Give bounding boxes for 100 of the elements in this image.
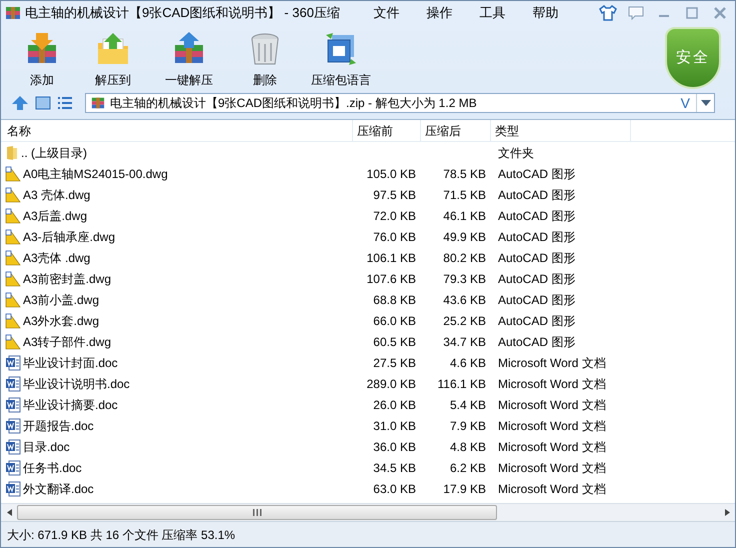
word-document-icon: [5, 354, 21, 370]
file-name[interactable]: 任务书.doc: [23, 458, 82, 476]
word-document-icon: [5, 376, 21, 392]
table-cell: Microsoft Word 文档: [498, 418, 606, 432]
table-cell-text: 5.4 KB: [450, 396, 486, 414]
toolbar-button[interactable]: 一键解压: [151, 31, 227, 89]
drawing-file-icon: [5, 166, 21, 182]
table-cell-text: 72.0 KB: [373, 208, 416, 224]
table-cell-text: 49.9 KB: [443, 228, 486, 246]
drawing-file-icon: [5, 292, 21, 308]
archive-icon: [90, 96, 106, 110]
table-cell: Microsoft Word 文档: [498, 440, 606, 454]
table-cell-text: 107.6 KB: [366, 270, 416, 288]
file-name[interactable]: 毕业设计封面.doc: [23, 354, 118, 372]
table-cell-text: 116.1 KB: [438, 376, 486, 392]
file-name[interactable]: A3外水套.dwg: [23, 312, 100, 330]
file-name[interactable]: A0电主轴MS24015-00.dwg: [23, 164, 168, 182]
table-cell: AutoCAD 图形: [498, 334, 576, 348]
dropdown-button[interactable]: [696, 94, 714, 112]
menu-item[interactable]: 帮助: [518, 3, 572, 23]
table-cell-text: 4.6 KB: [450, 354, 486, 372]
table-cell-text: 34.5 KB: [373, 460, 416, 476]
menu-item[interactable]: 操作: [412, 3, 466, 23]
table-cell: 文件夹: [498, 146, 534, 160]
table-cell-text: 27.5 KB: [373, 354, 416, 372]
address-text: 电主轴的机械设计【9张CAD图纸和说明书】.zip - 解包大小为 1.2 MB: [110, 95, 477, 112]
table-cell: AutoCAD 图形: [498, 188, 576, 202]
column-header[interactable]: 类型: [491, 120, 631, 141]
table-cell-text: 4.8 KB: [450, 438, 486, 456]
table-cell-text: 71.5 KB: [443, 186, 486, 204]
grip-icon: [252, 509, 262, 516]
table-cell: Microsoft Word 文档: [498, 460, 606, 474]
table-cell-text: 79.3 KB: [443, 270, 486, 288]
table-cell-text: 31.0 KB: [373, 418, 416, 434]
table-cell: AutoCAD 图形: [498, 230, 576, 244]
shirt-icon[interactable]: [599, 5, 617, 21]
word-document-icon: [5, 418, 21, 434]
drawing-file-icon: [5, 250, 21, 266]
view-icon[interactable]: [35, 95, 51, 111]
menu-item[interactable]: 工具: [466, 3, 519, 23]
table-cell: AutoCAD 图形: [498, 166, 576, 180]
file-name[interactable]: A3前密封盖.dwg: [23, 270, 112, 288]
file-name[interactable]: A3 壳体.dwg: [23, 186, 90, 204]
word-document-icon: [5, 396, 21, 412]
file-name[interactable]: 毕业设计说明书.doc: [23, 374, 130, 392]
table-cell-text: 66.0 KB: [373, 312, 416, 330]
toolbar-button[interactable]: 删除: [227, 31, 303, 89]
table-cell: AutoCAD 图形: [498, 250, 576, 264]
toolbar-button[interactable]: 解压到: [75, 31, 151, 89]
scroll-left-icon: [6, 509, 12, 516]
word-document-icon: [5, 438, 21, 454]
up-arrow-icon[interactable]: [11, 95, 29, 111]
column-header[interactable]: 名称: [1, 120, 353, 141]
table-cell: Microsoft Word 文档: [498, 398, 606, 412]
status-text: 大小: 671.9 KB 共 16 个文件 压缩率 53.1%: [7, 526, 236, 544]
file-name[interactable]: .. (上级目录): [21, 144, 87, 162]
table-cell-text: 34.7 KB: [443, 334, 486, 350]
folder-icon: [5, 144, 19, 160]
table-cell-text: 63.0 KB: [373, 480, 416, 498]
file-name[interactable]: A3转子部件.dwg: [23, 332, 112, 350]
address-field[interactable]: 电主轴的机械设计【9张CAD图纸和说明书】.zip - 解包大小为 1.2 MB V: [85, 93, 715, 113]
table-cell-text: 80.2 KB: [443, 250, 486, 266]
table-cell-text: 6.2 KB: [450, 460, 486, 476]
table-cell-text: 60.5 KB: [373, 334, 416, 350]
list-icon[interactable]: [57, 95, 73, 111]
caret-icon: [700, 100, 710, 106]
table-cell: Microsoft Word 文档: [498, 356, 606, 370]
scrollbar-thumb[interactable]: [17, 505, 497, 520]
file-name[interactable]: A3后盖.dwg: [23, 206, 88, 224]
table-cell-text: 46.1 KB: [443, 208, 486, 224]
word-document-icon: [5, 480, 21, 496]
window-title: 电主轴的机械设计【9张CAD图纸和说明书】 - 360压缩: [25, 4, 340, 22]
file-name[interactable]: 目录.doc: [23, 438, 70, 456]
table-cell-text: 36.0 KB: [373, 438, 416, 456]
table-cell-text: 26.0 KB: [373, 396, 416, 414]
menu-item[interactable]: 文件: [360, 3, 413, 23]
toolbar-button[interactable]: 压缩包语言: [303, 31, 379, 89]
close-icon[interactable]: [711, 5, 729, 21]
table-cell: AutoCAD 图形: [498, 208, 576, 222]
file-name[interactable]: A3-后轴承座.dwg: [23, 228, 116, 246]
file-name[interactable]: A3前小盖.dwg: [23, 290, 100, 308]
table-cell-text: 76.0 KB: [373, 228, 416, 246]
table-cell: Microsoft Word 文档: [498, 482, 606, 496]
drawing-file-icon: [5, 228, 21, 244]
validate-mark[interactable]: V: [680, 92, 690, 114]
column-header[interactable]: 压缩后: [421, 120, 491, 141]
table-cell-text: 97.5 KB: [373, 186, 416, 204]
feedback-icon[interactable]: [627, 5, 645, 21]
column-header[interactable]: 压缩前: [353, 120, 421, 141]
drawing-file-icon: [5, 208, 21, 224]
table-cell-text: 289.0 KB: [366, 376, 416, 392]
file-name[interactable]: 外文翻译.doc: [23, 480, 94, 498]
file-name[interactable]: A3壳体 .dwg: [23, 248, 90, 266]
toolbar-button[interactable]: 添加: [9, 31, 75, 89]
table-cell-text: 105.0 KB: [366, 166, 416, 182]
file-name[interactable]: 开题报告.doc: [23, 416, 94, 434]
file-name[interactable]: 毕业设计摘要.doc: [23, 396, 118, 414]
table-cell-text: 106.1 KB: [366, 250, 416, 266]
drawing-file-icon: [5, 334, 21, 350]
table-cell-text: 7.9 KB: [450, 418, 486, 434]
